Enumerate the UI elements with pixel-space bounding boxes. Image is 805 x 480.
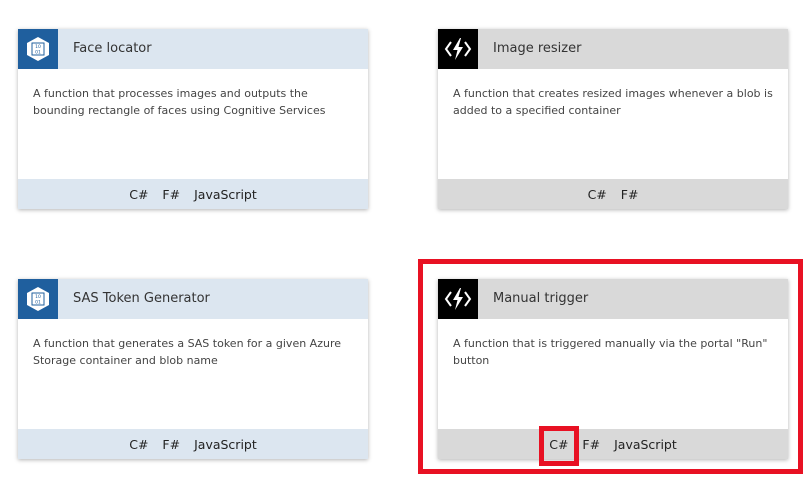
language-csharp-label: C# <box>549 436 569 452</box>
svg-text:01: 01 <box>35 300 41 306</box>
language-fsharp[interactable]: F# <box>582 437 600 452</box>
language-csharp[interactable]: C# <box>129 187 148 202</box>
card-header: 10 01 SAS Token Generator <box>18 279 368 319</box>
language-fsharp[interactable]: F# <box>162 187 180 202</box>
language-javascript[interactable]: JavaScript <box>614 437 677 452</box>
card-title: Manual trigger <box>493 291 589 306</box>
language-bar: C# F# JavaScript <box>18 429 368 459</box>
svg-text:10: 10 <box>35 44 41 50</box>
language-csharp[interactable]: C# <box>539 425 580 466</box>
language-csharp[interactable]: C# <box>129 437 148 452</box>
card-title: SAS Token Generator <box>73 291 210 306</box>
template-card-sas-token-generator[interactable]: 10 01 SAS Token Generator A function tha… <box>18 279 368 459</box>
card-description: A function that creates resized images w… <box>453 87 773 117</box>
card-header: 10 01 Face locator <box>18 29 368 69</box>
language-javascript[interactable]: JavaScript <box>194 187 257 202</box>
card-title: Image resizer <box>493 41 582 56</box>
blob-storage-icon: 10 01 <box>18 279 58 319</box>
language-bar: C# F# <box>438 179 788 209</box>
template-card-image-resizer[interactable]: Image resizer A function that creates re… <box>438 29 788 209</box>
language-javascript[interactable]: JavaScript <box>194 437 257 452</box>
template-card-manual-trigger[interactable]: Manual trigger A function that is trigge… <box>438 279 788 466</box>
blob-storage-icon: 10 01 <box>18 29 58 69</box>
card-description: A function that processes images and out… <box>33 87 326 117</box>
card-title: Face locator <box>73 41 152 56</box>
card-description: A function that is triggered manually vi… <box>453 337 768 367</box>
card-description: A function that generates a SAS token fo… <box>33 337 341 367</box>
card-header: Manual trigger <box>438 279 788 319</box>
svg-text:10: 10 <box>35 294 41 300</box>
language-bar: C# F# JavaScript <box>438 425 788 466</box>
language-csharp[interactable]: C# <box>588 187 607 202</box>
function-bolt-icon <box>438 279 478 319</box>
card-header: Image resizer <box>438 29 788 69</box>
language-fsharp[interactable]: F# <box>162 437 180 452</box>
template-card-face-locator[interactable]: 10 01 Face locator A function that proce… <box>18 29 368 209</box>
language-fsharp[interactable]: F# <box>621 187 639 202</box>
svg-text:01: 01 <box>35 50 41 56</box>
language-bar: C# F# JavaScript <box>18 179 368 209</box>
function-bolt-icon <box>438 29 478 69</box>
